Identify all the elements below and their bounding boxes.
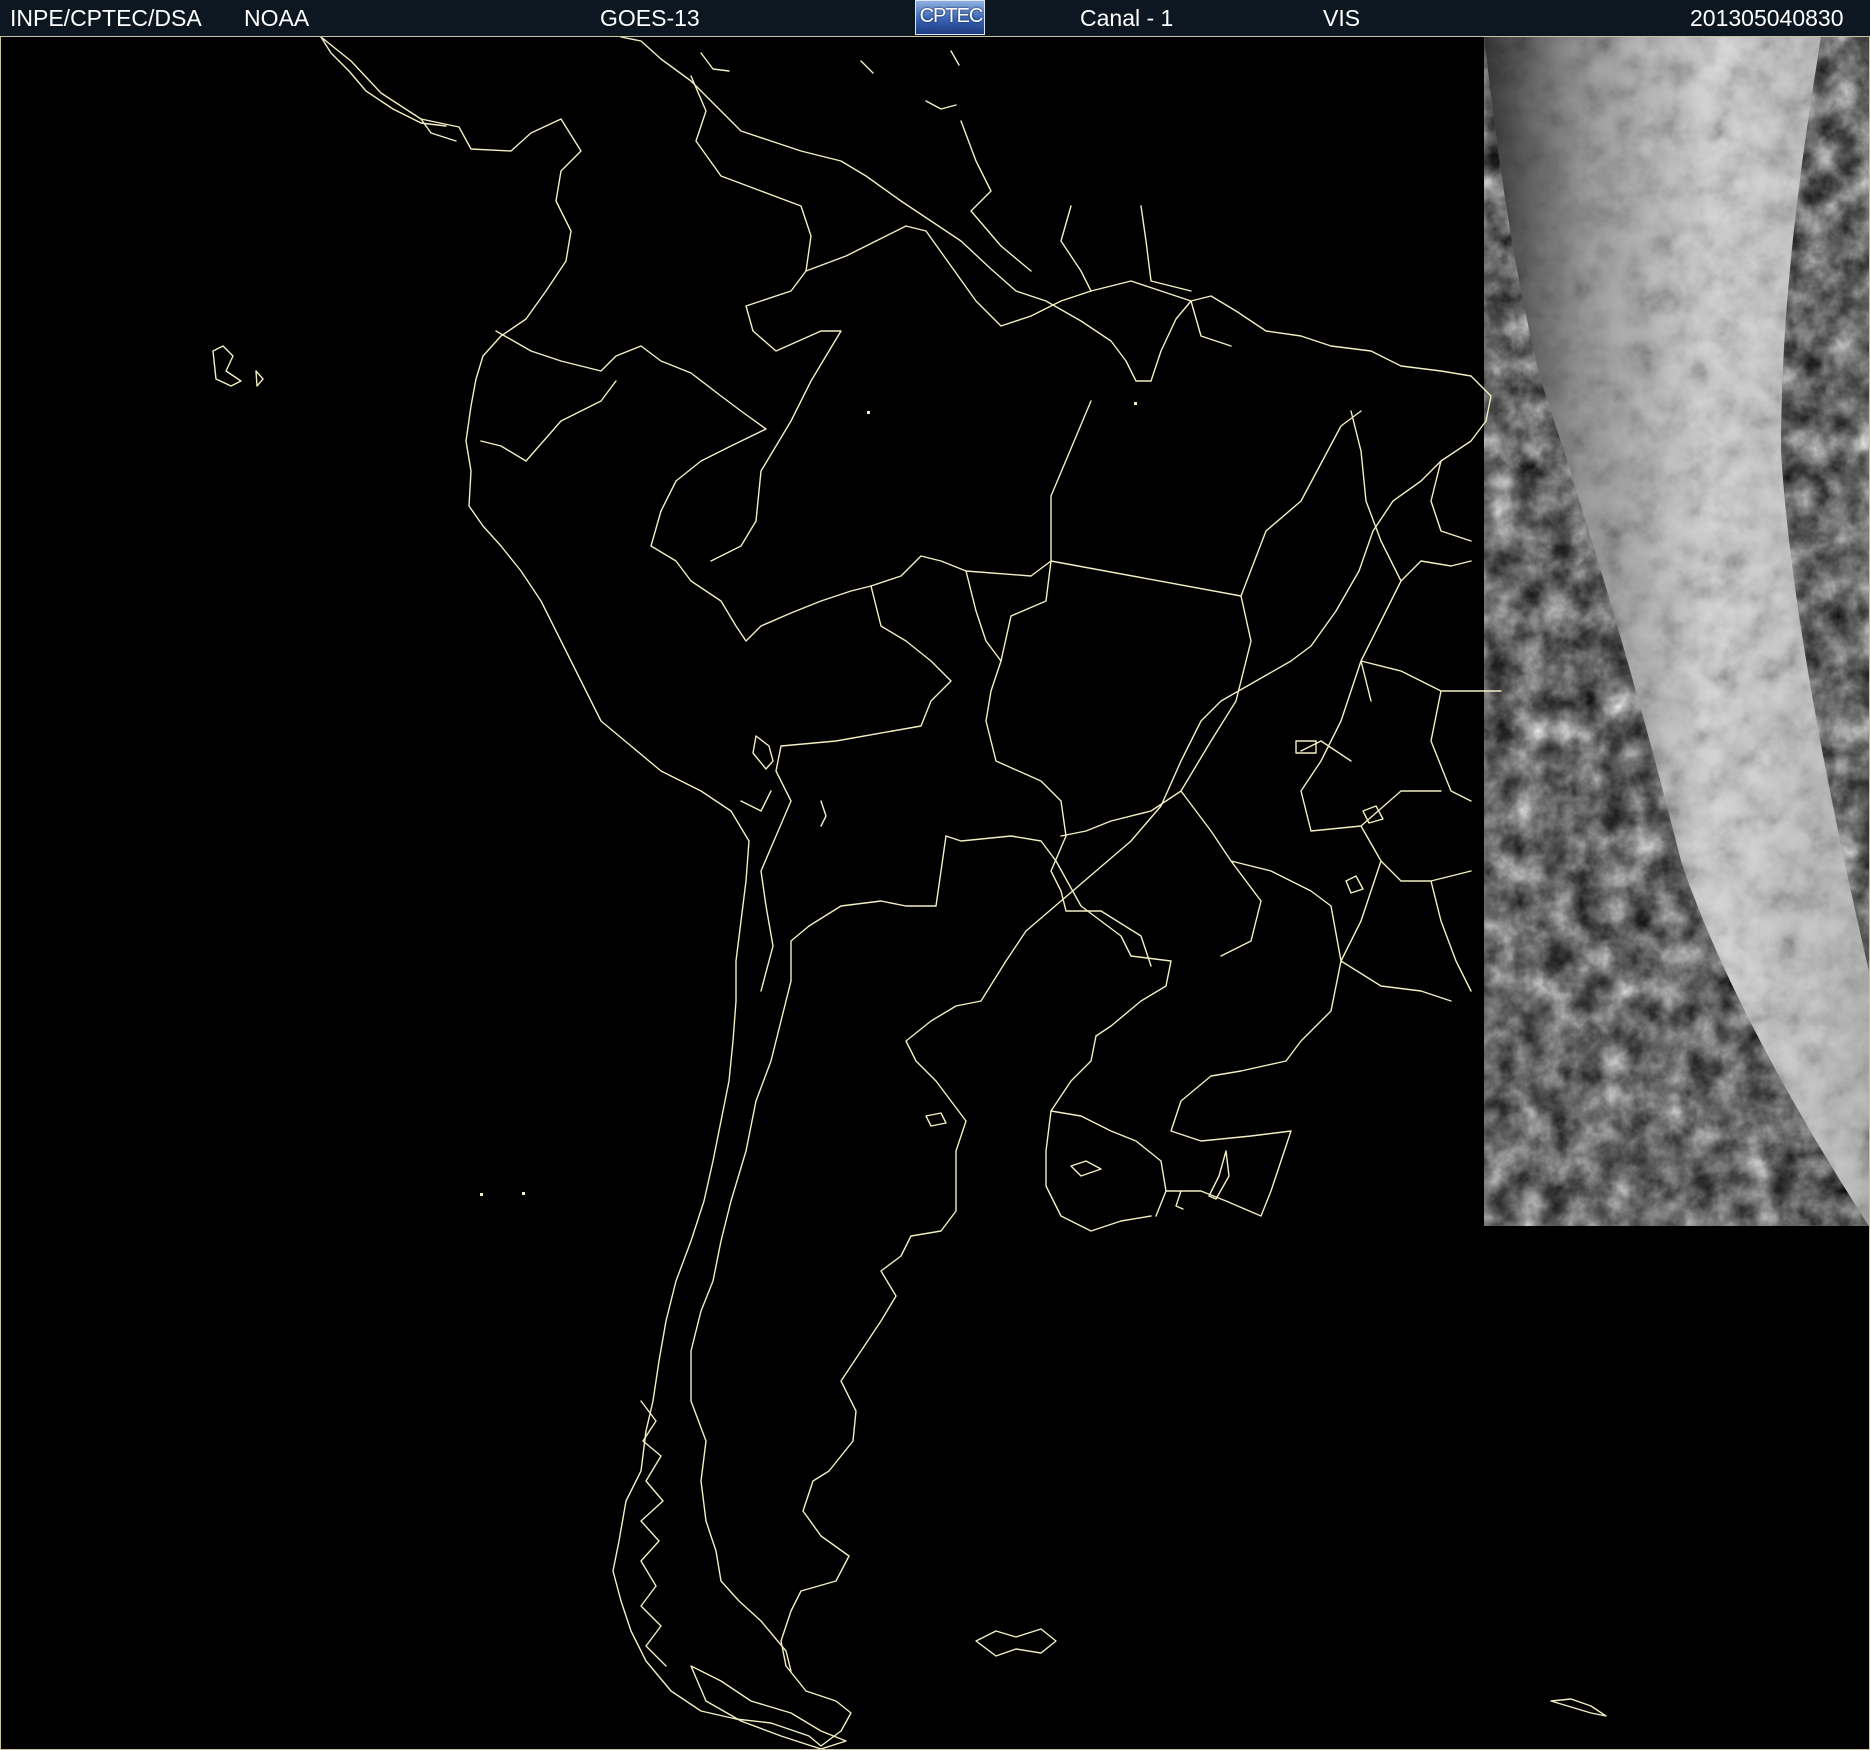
band-label: VIS — [1323, 5, 1361, 31]
lake-poopo — [820, 800, 827, 827]
border-colombia-ecuador-peru — [495, 330, 767, 512]
map-frame — [0, 36, 1870, 1750]
border-colombia-venezuela — [690, 75, 822, 352]
border-peru-chile — [740, 790, 772, 812]
satellite-image-viewer: INPE/CPTEC/DSA NOAA GOES-13 CPTEC Canal … — [0, 0, 1870, 1750]
cloud-band — [1484, 37, 1869, 1226]
border-paraguay-brazil — [1050, 835, 1152, 967]
lagoa-dos-patos — [1208, 1150, 1230, 1200]
border-bolivia-paraguay — [945, 835, 1057, 862]
coastline-south-georgia — [1550, 1698, 1607, 1717]
border-venezuela-guyana — [960, 120, 1032, 272]
border-federal-district — [1295, 740, 1317, 754]
satellite-label: GOES-13 — [600, 5, 700, 31]
lake-mirim — [1175, 1190, 1184, 1210]
agency-label: NOAA — [244, 5, 310, 31]
border-peru-brazil — [650, 510, 872, 642]
border-guyana-suriname — [1060, 205, 1092, 292]
border-brazil-argentina-misiones — [1050, 1035, 1097, 1112]
border-peru-bolivia — [760, 585, 952, 992]
lake-titicaca — [752, 735, 774, 770]
cptec-logo: CPTEC — [915, 0, 985, 35]
datetime-label: 201305040830 — [1690, 5, 1844, 31]
lake-fagnano — [1070, 1160, 1102, 1177]
border-brazil-uruguay — [1050, 1110, 1167, 1217]
image-header-bar: INPE/CPTEC/DSA NOAA GOES-13 CPTEC Canal … — [0, 0, 1870, 37]
small-islands — [480, 402, 1137, 1196]
channel-label: Canal - 1 — [1080, 5, 1174, 31]
coastline-tierra-del-fuego — [690, 1665, 847, 1749]
border-paraguay-argentina — [1055, 860, 1172, 1037]
border-suriname-fguiana — [1140, 205, 1192, 292]
border-chile-argentina — [690, 925, 810, 1672]
lake-argentina-inland — [925, 1112, 947, 1127]
map-svg — [212, 37, 1869, 1749]
coastline-south-america — [320, 37, 1492, 1747]
border-argentina-uruguay — [1045, 1110, 1152, 1232]
border-brazil-states — [965, 400, 1502, 1217]
border-bolivia-brazil — [870, 555, 1067, 837]
institution-label: INPE/CPTEC/DSA — [10, 5, 202, 31]
coastline-caribbean-islands — [700, 50, 960, 110]
border-bolivia-argentina — [808, 835, 947, 927]
reservoir-minas — [1345, 875, 1364, 894]
border-ecuador-peru — [480, 380, 617, 462]
coastline-galapagos — [212, 345, 264, 387]
coastline-falklands — [975, 1628, 1057, 1657]
border-brazil-venezuela-guyana — [805, 225, 1232, 347]
